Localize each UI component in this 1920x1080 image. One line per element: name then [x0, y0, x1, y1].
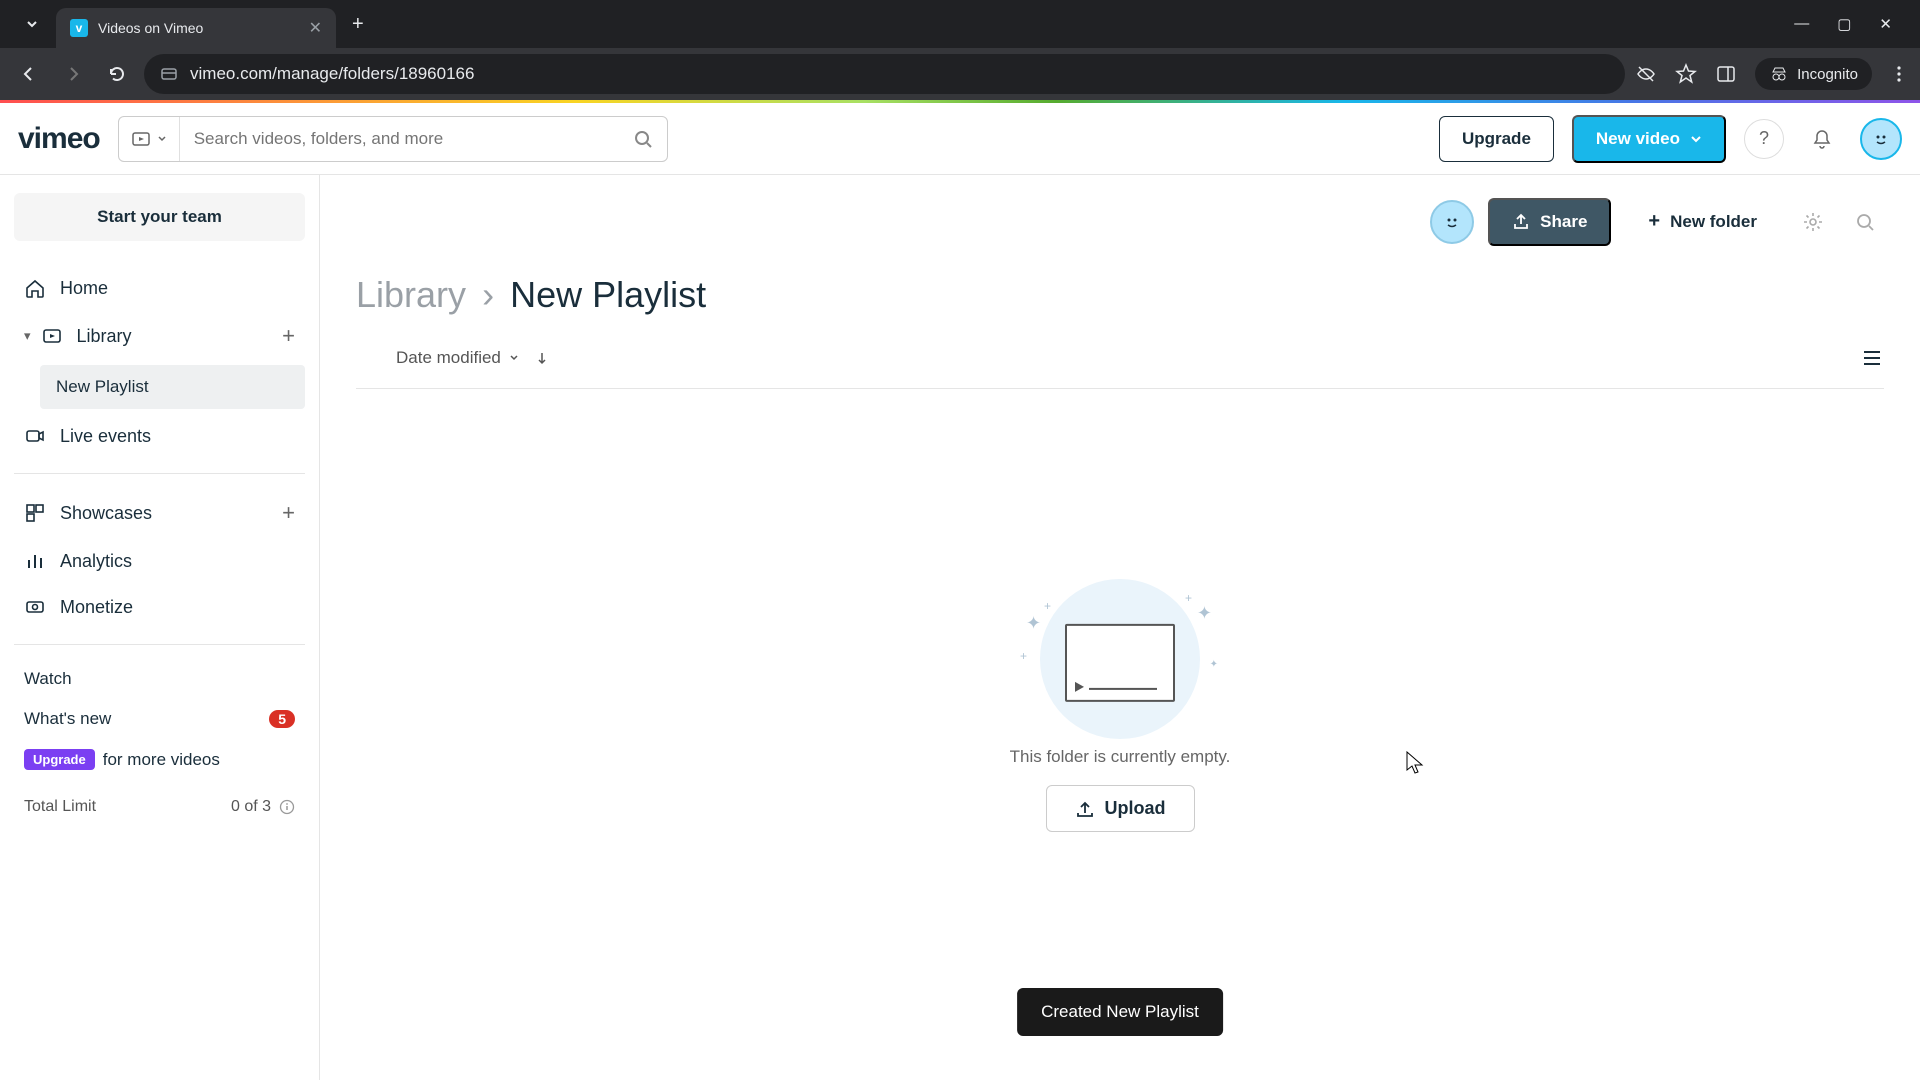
help-icon[interactable]: ? — [1744, 119, 1784, 159]
sidebar-item-home[interactable]: Home — [14, 265, 305, 311]
total-limit-value: 0 of 3 — [231, 798, 271, 816]
new-tab-button[interactable]: + — [352, 13, 364, 36]
sort-direction-icon[interactable] — [535, 351, 549, 365]
library-icon — [41, 325, 63, 347]
vimeo-favicon-icon: v — [70, 19, 88, 37]
plus-icon: + — [1648, 210, 1660, 233]
video-scope-icon — [131, 129, 151, 149]
total-limit-label: Total Limit — [24, 798, 96, 816]
upload-icon — [1075, 799, 1095, 819]
tab-title: Videos on Vimeo — [98, 20, 299, 36]
sidebar-item-showcases[interactable]: Showcases + — [14, 488, 305, 538]
upload-button[interactable]: Upload — [1046, 785, 1195, 832]
upgrade-pill: Upgrade — [24, 749, 95, 770]
incognito-indicator[interactable]: Incognito — [1755, 58, 1872, 90]
browser-tab[interactable]: v Videos on Vimeo ✕ — [56, 8, 336, 48]
sort-row: Date modified — [356, 336, 1884, 389]
info-icon[interactable] — [279, 799, 295, 815]
chevron-down-icon — [1690, 133, 1702, 145]
close-window-icon[interactable]: ✕ — [1879, 15, 1892, 33]
search-input[interactable] — [180, 117, 619, 161]
list-view-icon[interactable] — [1860, 346, 1884, 370]
search-in-folder-icon[interactable] — [1846, 203, 1884, 241]
breadcrumb: Library › New Playlist — [356, 274, 1884, 316]
sidebar: Start your team Home ▾ Library + New Pla… — [0, 175, 320, 1080]
breadcrumb-current: New Playlist — [510, 274, 706, 315]
app-header: vimeo Upgrade New video ? — [0, 103, 1920, 175]
upgrade-button[interactable]: Upgrade — [1439, 116, 1554, 162]
new-video-button[interactable]: New video — [1572, 115, 1726, 163]
search-icon[interactable] — [619, 129, 667, 149]
user-avatar[interactable] — [1860, 118, 1902, 160]
total-limit-row: Total Limit 0 of 3 — [14, 780, 305, 816]
empty-state-text: This folder is currently empty. — [1010, 747, 1231, 767]
sidebar-item-library[interactable]: ▾ Library + — [14, 311, 305, 361]
add-showcase-icon[interactable]: + — [282, 500, 295, 526]
chevron-down-icon: ▾ — [24, 328, 31, 344]
browser-menu-icon[interactable] — [1890, 65, 1908, 83]
maximize-icon[interactable]: ▢ — [1837, 15, 1851, 33]
toast-notification: Created New Playlist — [1017, 988, 1223, 1036]
chevron-down-icon — [157, 134, 167, 144]
share-icon — [1512, 213, 1530, 231]
sidebar-item-whats-new[interactable]: What's new 5 — [14, 699, 305, 739]
address-bar: vimeo.com/manage/folders/18960166 Incogn… — [0, 48, 1920, 100]
monetize-icon — [24, 596, 46, 618]
sidebar-item-watch[interactable]: Watch — [14, 659, 305, 699]
eye-off-icon[interactable] — [1635, 63, 1657, 85]
share-button[interactable]: Share — [1488, 198, 1611, 246]
avatar-face-icon — [1871, 129, 1891, 149]
window-controls: — ▢ ✕ — [1794, 15, 1912, 33]
showcases-icon — [24, 502, 46, 524]
live-icon — [24, 425, 46, 447]
tab-search-button[interactable] — [8, 16, 56, 32]
sidebar-item-analytics[interactable]: Analytics — [14, 538, 305, 584]
chevron-down-icon — [509, 353, 519, 363]
collaborator-avatar[interactable] — [1430, 200, 1474, 244]
bookmark-star-icon[interactable] — [1675, 63, 1697, 85]
forward-button[interactable] — [56, 57, 90, 91]
sort-dropdown[interactable]: Date modified — [396, 348, 549, 368]
analytics-icon — [24, 550, 46, 572]
empty-state: ✦ + ✦ + + ✦ This folder is currently emp… — [356, 589, 1884, 832]
close-tab-icon[interactable]: ✕ — [309, 18, 322, 38]
url-field[interactable]: vimeo.com/manage/folders/18960166 — [144, 54, 1625, 94]
notifications-icon[interactable] — [1802, 119, 1842, 159]
url-text: vimeo.com/manage/folders/18960166 — [190, 64, 474, 84]
incognito-icon — [1769, 64, 1789, 84]
folder-toolbar: Share + New folder — [356, 197, 1884, 246]
new-folder-button[interactable]: + New folder — [1625, 197, 1780, 246]
breadcrumb-separator: › — [482, 274, 494, 315]
tab-bar: v Videos on Vimeo ✕ + — ▢ ✕ — [0, 0, 1920, 48]
search-scope-dropdown[interactable] — [119, 117, 180, 161]
sidebar-upgrade-promo[interactable]: Upgrade for more videos — [14, 739, 305, 780]
main-content: Share + New folder Library › New Playlis… — [320, 175, 1920, 1080]
sidebar-sub-new-playlist[interactable]: New Playlist — [40, 365, 305, 409]
settings-gear-icon[interactable] — [1794, 203, 1832, 241]
home-icon — [24, 277, 46, 299]
start-team-button[interactable]: Start your team — [14, 193, 305, 241]
avatar-face-icon — [1442, 212, 1462, 232]
site-info-icon[interactable] — [160, 65, 178, 83]
vimeo-logo[interactable]: vimeo — [18, 122, 100, 156]
reload-button[interactable] — [100, 57, 134, 91]
minimize-icon[interactable]: — — [1794, 15, 1809, 33]
add-library-icon[interactable]: + — [282, 323, 295, 349]
panel-icon[interactable] — [1715, 63, 1737, 85]
breadcrumb-root[interactable]: Library — [356, 274, 466, 315]
whats-new-badge: 5 — [269, 710, 295, 728]
sidebar-item-monetize[interactable]: Monetize — [14, 584, 305, 630]
back-button[interactable] — [12, 57, 46, 91]
browser-chrome: v Videos on Vimeo ✕ + — ▢ ✕ vimeo.com/ma… — [0, 0, 1920, 100]
sidebar-item-live-events[interactable]: Live events — [14, 413, 305, 459]
search-wrapper — [118, 116, 668, 162]
empty-folder-illustration: ✦ + ✦ + + ✦ — [1020, 589, 1220, 729]
